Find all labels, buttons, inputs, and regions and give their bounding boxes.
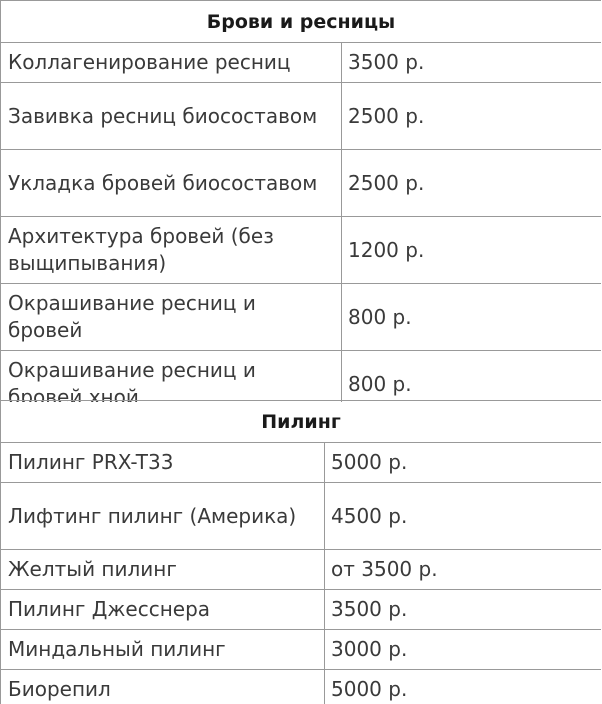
table-row: Биорепил 5000 р. — [0, 669, 601, 704]
service-price: 3000 р. — [324, 629, 601, 670]
service-price: 5000 р. — [324, 442, 601, 483]
table-row: Пилинг Джесснера 3500 р. — [0, 589, 601, 630]
table-row: Пилинг PRX-T33 5000 р. — [0, 442, 601, 483]
service-price: 2500 р. — [340, 82, 601, 150]
table-row: Миндальный пилинг 3000 р. — [0, 629, 601, 670]
service-price: 3500 р. — [340, 42, 601, 83]
section-heading-row: Брови и ресницы — [0, 0, 601, 43]
table-row: Завивка ресниц биосоставом 2500 р. — [0, 82, 601, 150]
service-price: 2500 р. — [340, 149, 601, 217]
service-name: Окрашивание ресниц и бровей хной — [0, 350, 342, 402]
service-name: Архитектура бровей (без выщипывания) — [0, 216, 342, 284]
price-table-peeling: Пилинг Пилинг PRX-T33 5000 р. Лифтинг пи… — [0, 400, 601, 704]
service-name: Укладка бровей биосоставом — [0, 149, 342, 217]
service-name: Миндальный пилинг — [0, 629, 325, 670]
service-price: 4500 р. — [324, 482, 601, 550]
table-row: Лифтинг пилинг (Америка) 4500 р. — [0, 482, 601, 550]
table-row: Укладка бровей биосоставом 2500 р. — [0, 149, 601, 217]
service-name: Желтый пилинг — [0, 549, 325, 590]
service-price: 3500 р. — [324, 589, 601, 630]
service-price: от 3500 р. — [324, 549, 601, 590]
section-title: Пилинг — [0, 400, 601, 443]
service-name: Биорепил — [0, 669, 325, 704]
section-heading-row: Пилинг — [0, 400, 601, 443]
service-name: Пилинг PRX-T33 — [0, 442, 325, 483]
table-row: Архитектура бровей (без выщипывания) 120… — [0, 216, 601, 284]
service-name: Завивка ресниц биосоставом — [0, 82, 342, 150]
service-price: 5000 р. — [324, 669, 601, 704]
service-price: 800 р. — [340, 350, 601, 402]
price-section-peeling: Пилинг Пилинг PRX-T33 5000 р. Лифтинг пи… — [0, 400, 601, 704]
section-title: Брови и ресницы — [0, 0, 601, 43]
service-price: 800 р. — [340, 283, 601, 351]
table-row: Желтый пилинг от 3500 р. — [0, 549, 601, 590]
service-price: 1200 р. — [340, 216, 601, 284]
service-name: Пилинг Джесснера — [0, 589, 325, 630]
table-row: Окрашивание ресниц и бровей 800 р. — [0, 283, 601, 351]
table-row: Коллагенирование ресниц 3500 р. — [0, 42, 601, 83]
price-section-brows-lashes: Брови и ресницы Коллагенирование ресниц … — [0, 0, 601, 402]
price-table-brows-lashes: Брови и ресницы Коллагенирование ресниц … — [0, 0, 601, 402]
table-row: Окрашивание ресниц и бровей хной 800 р. — [0, 350, 601, 402]
service-name: Лифтинг пилинг (Америка) — [0, 482, 325, 550]
service-name: Окрашивание ресниц и бровей — [0, 283, 342, 351]
service-name: Коллагенирование ресниц — [0, 42, 342, 83]
